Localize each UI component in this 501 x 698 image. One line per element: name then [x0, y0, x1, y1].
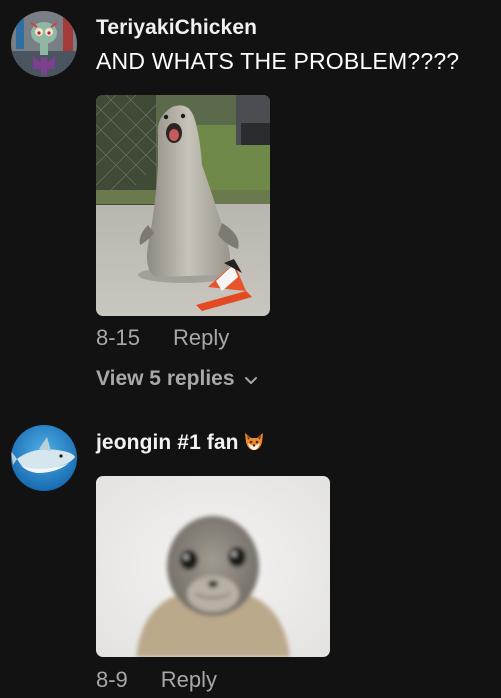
username[interactable]: TeriyakiChicken [96, 16, 257, 40]
comment-media-image[interactable] [96, 95, 270, 316]
comment-text: AND WHATS THE PROBLEM???? [96, 48, 460, 74]
chevron-down-icon [244, 376, 257, 384]
shark-avatar-image [11, 425, 77, 491]
view-replies-button[interactable]: View 5 replies [96, 367, 258, 391]
reply-button[interactable]: Reply [173, 325, 229, 351]
seal-with-traffic-cone-image [96, 95, 270, 316]
comment-2: jeongin #1 fan 8-9 Reply [0, 420, 501, 698]
comment-meta: 8-9 Reply [96, 667, 217, 693]
comment-1: TeriyakiChicken AND WHATS THE PROBLEM???… [0, 0, 501, 400]
user-avatar[interactable] [11, 425, 77, 491]
username-text: jeongin #1 fan [96, 431, 239, 454]
reply-button[interactable]: Reply [161, 667, 217, 693]
comment-date: 8-9 [96, 667, 128, 692]
user-avatar[interactable] [11, 11, 77, 77]
fox-emoji-icon [243, 430, 265, 458]
squidward-avatar-image [11, 11, 77, 77]
username[interactable]: jeongin #1 fan [96, 430, 265, 458]
seal-pup-closeup-image [96, 476, 330, 657]
comment-date: 8-15 [96, 325, 141, 350]
view-replies-label: View 5 replies [96, 367, 235, 390]
comment-meta: 8-15 Reply [96, 325, 229, 351]
comment-media-image[interactable] [96, 476, 330, 657]
